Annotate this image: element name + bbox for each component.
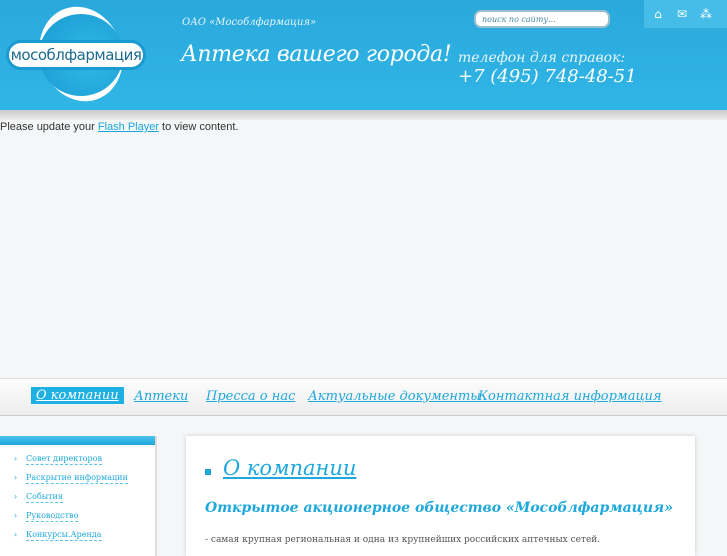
- company-name: ОАО «Мособлфармация»: [182, 17, 317, 28]
- sidebar-item-label[interactable]: Совет директоров: [26, 454, 102, 465]
- page-subtitle: Открытое акционерное общество «Мособлфар…: [205, 500, 673, 516]
- header-divider: [0, 110, 727, 120]
- search-input[interactable]: поиск по сайту...: [474, 10, 610, 28]
- flash-placeholder: [0, 135, 727, 375]
- nav-about[interactable]: О компании: [31, 387, 124, 404]
- phone-number: +7 (495) 748-48-51: [458, 66, 637, 87]
- nav-contacts[interactable]: Контактная информация: [478, 389, 662, 404]
- mail-icon[interactable]: ✉: [674, 8, 690, 20]
- logo[interactable]: мособлфармация: [6, 0, 146, 114]
- chevron-right-icon: ›: [14, 473, 18, 482]
- content-panel: О компании Открытое акционерное общество…: [186, 436, 695, 556]
- flash-text: Please update your: [0, 121, 98, 133]
- sidebar-item[interactable]: › Раскрытие информации: [14, 473, 155, 492]
- header: мособлфармация ОАО «Мособлфармация» Апте…: [0, 0, 727, 114]
- phone-label: телефон для справок:: [458, 50, 626, 66]
- intro-text: - самая крупная региональная и одна из к…: [205, 535, 601, 545]
- sitemap-icon[interactable]: ⁂: [698, 8, 714, 20]
- flash-player-link[interactable]: Flash Player: [98, 121, 159, 133]
- nav-pharmacies[interactable]: Аптеки: [134, 389, 188, 404]
- sidebar-item-label[interactable]: Руководство: [26, 511, 79, 522]
- main-nav: О компании Аптеки Пресса о нас Актуальны…: [0, 378, 727, 416]
- bullet-square-icon: [205, 469, 211, 475]
- sidebar-item[interactable]: › Совет директоров: [14, 454, 155, 473]
- sidebar-item-label[interactable]: Конкурсы.Аренда: [26, 530, 102, 541]
- nav-documents[interactable]: Актуальные документы: [308, 389, 481, 404]
- nav-press[interactable]: Пресса о нас: [206, 389, 295, 404]
- sidebar-item[interactable]: › События: [14, 492, 155, 511]
- home-icon[interactable]: ⌂: [650, 8, 666, 20]
- chevron-right-icon: ›: [14, 511, 18, 520]
- sidebar-item[interactable]: › Руководство: [14, 511, 155, 530]
- chevron-right-icon: ›: [14, 530, 18, 539]
- chevron-right-icon: ›: [14, 454, 18, 463]
- flash-notice: Please update your Flash Player to view …: [0, 121, 239, 133]
- page-title[interactable]: О компании: [223, 456, 356, 480]
- chevron-right-icon: ›: [14, 492, 18, 501]
- sidebar-item[interactable]: › Конкурсы.Аренда: [14, 530, 155, 549]
- sidebar-item-label[interactable]: Раскрытие информации: [26, 473, 128, 484]
- slogan: Аптека вашего города!: [181, 42, 452, 67]
- sidebar-item-label[interactable]: События: [26, 492, 63, 503]
- flash-text-end: to view content.: [159, 121, 239, 133]
- logo-text: мособлфармация: [10, 46, 142, 64]
- sidebar: › Совет директоров › Раскрытие информации …: [0, 436, 157, 556]
- header-icons: ⌂ ✉ ⁂: [644, 0, 727, 28]
